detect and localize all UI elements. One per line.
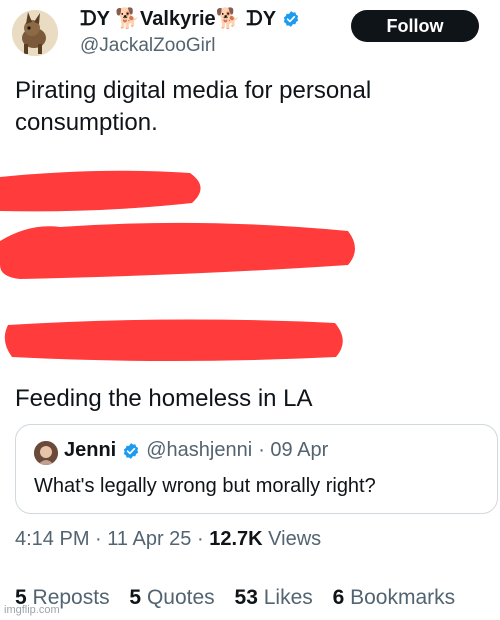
quote-author-avatar[interactable] — [34, 441, 58, 465]
post-time[interactable]: 4:14 PM — [15, 528, 89, 550]
author-avatar[interactable] — [12, 10, 58, 56]
redaction-stroke-3 — [4, 319, 343, 361]
redaction-stroke-2 — [0, 222, 355, 279]
quoted-post-card[interactable]: Jenni @hashjenni · 09 Apr What's legally… — [15, 424, 498, 514]
quote-text: What's legally wrong but morally right? — [34, 475, 376, 497]
verified-badge-icon — [282, 10, 300, 28]
meta-separator: · — [95, 528, 102, 550]
bookmarks-count: 6 — [332, 586, 345, 609]
author-handle[interactable]: @JackalZooGirl — [80, 35, 215, 57]
likes-count: 53 — [234, 586, 258, 609]
views-label: Views — [268, 528, 322, 550]
quotes-label: Quotes — [146, 586, 215, 609]
engagement-stats: 5 Reposts 5 Quotes 53 Likes 6 Bookmarks — [15, 586, 469, 610]
post-meta: 4:14 PM · 11 Apr 25 · 12.7K Views — [15, 528, 321, 551]
bookmarks-label: Bookmarks — [350, 586, 456, 609]
quote-verified-badge-icon — [122, 442, 140, 460]
post-text-line-1: Pirating digital media for personal cons… — [15, 77, 372, 136]
redaction-stroke-1 — [0, 170, 201, 212]
follow-button[interactable]: Follow — [351, 10, 479, 42]
quote-date[interactable]: · 09 Apr — [258, 439, 328, 462]
quotes-stat[interactable]: 5 Quotes — [129, 586, 214, 609]
bookmarks-stat[interactable]: 6 Bookmarks — [333, 586, 456, 609]
imgflip-watermark: imgflip.com — [4, 604, 60, 616]
meta-separator: · — [196, 528, 204, 550]
likes-label: Likes — [263, 586, 313, 609]
redaction-scribbles — [0, 170, 355, 361]
views-count: 12.7K — [209, 528, 263, 550]
quote-author-handle[interactable]: @hashjenni — [146, 439, 252, 462]
likes-stat[interactable]: 53 Likes — [235, 586, 313, 609]
quote-author-name[interactable]: Jenni — [64, 439, 116, 462]
author-display-name-row[interactable]: ᗪY 🐕Valkyrie🐕 ᗪY — [80, 6, 300, 31]
author-display-name[interactable]: ᗪY 🐕Valkyrie🐕 ᗪY — [80, 6, 276, 31]
post-text-line-2: Feeding the homeless in LA — [15, 385, 313, 412]
quotes-count: 5 — [129, 586, 142, 609]
quote-header: Jenni @hashjenni · 09 Apr — [64, 439, 328, 462]
post-date[interactable]: 11 Apr 25 — [107, 528, 191, 550]
